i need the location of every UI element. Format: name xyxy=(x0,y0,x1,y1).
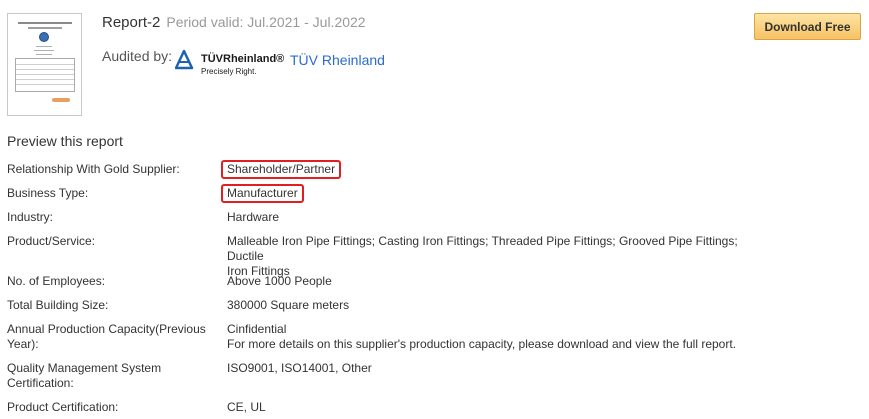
thumbnail-row xyxy=(16,69,74,70)
preview-heading: Preview this report xyxy=(7,133,123,149)
row-label: Total Building Size: xyxy=(7,298,109,312)
row-value: 380000 Square meters xyxy=(227,298,350,312)
tuv-logo-tagline: Precisely Right. xyxy=(201,67,257,76)
row-value: Malleable Iron Pipe Fittings; Casting Ir… xyxy=(227,234,767,279)
row-value: CE, UL xyxy=(227,400,266,414)
row-label-line2: Certification: xyxy=(7,376,74,390)
row-label: Product/Service: xyxy=(7,234,96,248)
report-period: Period valid: Jul.2021 - Jul.2022 xyxy=(166,14,366,30)
row-label-line1: Annual Production Capacity(Previous xyxy=(7,322,206,336)
tuv-logo-icon: TÜVRheinland® Precisely Right. xyxy=(175,49,284,76)
thumbnail-seal-icon xyxy=(39,32,49,42)
row-label: Product Certification: xyxy=(7,400,119,414)
highlighted-value: Shareholder/Partner xyxy=(221,160,342,179)
row-label: Industry: xyxy=(7,210,54,224)
row-label: Annual Production Capacity(Previous Year… xyxy=(7,322,207,352)
thumbnail-line xyxy=(36,54,52,55)
row-label: No. of Employees: xyxy=(7,274,106,288)
thumbnail-line xyxy=(36,46,52,47)
row-label: Business Type: xyxy=(7,186,89,200)
thumbnail-row xyxy=(16,79,74,80)
row-value: Above 1000 People xyxy=(227,274,332,288)
thumbnail-title-line xyxy=(18,22,72,24)
highlighted-value: Manufacturer xyxy=(221,184,304,203)
row-label-line2: Year): xyxy=(7,337,39,351)
row-label: Relationship With Gold Supplier: xyxy=(7,162,180,176)
report-title: Report-2 Period valid: Jul.2021 - Jul.202… xyxy=(102,14,366,31)
row-value: Manufacturer xyxy=(221,184,767,203)
thumbnail-stamp xyxy=(52,98,70,102)
row-value: ISO9001, ISO14001, Other xyxy=(227,361,372,375)
row-value: Shareholder/Partner xyxy=(221,160,767,179)
download-free-button[interactable]: Download Free xyxy=(754,13,861,40)
thumbnail-line xyxy=(34,50,54,51)
tuv-logo-text: TÜVRheinland® xyxy=(201,52,284,65)
row-value-line1: Cinfidential xyxy=(227,322,287,336)
audited-by-label: Audited by: xyxy=(102,48,173,64)
row-label-line1: Quality Management System xyxy=(7,361,162,375)
report-thumbnail[interactable] xyxy=(7,13,82,116)
row-value: Hardware xyxy=(227,210,280,224)
report-name: Report-2 xyxy=(102,14,161,31)
thumbnail-table xyxy=(15,58,75,92)
thumbnail-row xyxy=(16,84,74,85)
row-value-line2: For more details on this supplier's prod… xyxy=(227,337,737,351)
auditor-link[interactable]: TÜV Rheinland xyxy=(290,52,385,68)
row-value-line1: Malleable Iron Pipe Fittings; Casting Ir… xyxy=(227,234,738,263)
thumbnail-subtitle-line xyxy=(28,27,62,29)
row-value: Cinfidential For more details on this su… xyxy=(227,322,767,352)
thumbnail-row xyxy=(16,74,74,75)
thumbnail-row xyxy=(16,64,74,65)
row-label: Quality Management System Certification: xyxy=(7,361,207,391)
